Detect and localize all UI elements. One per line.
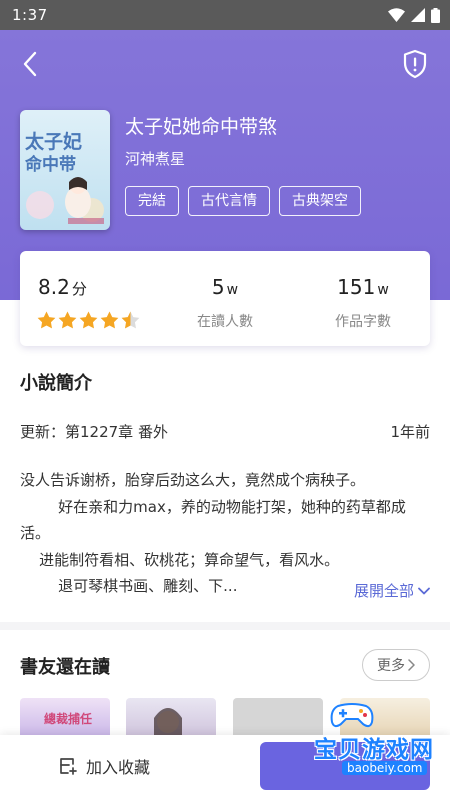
- section-divider: [0, 622, 450, 630]
- recommended-book-title: 總裁捕任: [44, 712, 93, 726]
- book-cover[interactable]: 太子妃 命中带: [20, 110, 110, 230]
- status-bar: 1:37: [0, 0, 450, 30]
- watermark-logo: 宝贝游戏网 baobeiy.com: [296, 700, 446, 782]
- svg-text:命中带: 命中带: [24, 154, 76, 175]
- readers-label: 在讀人數: [197, 314, 253, 330]
- report-button[interactable]: [400, 48, 430, 80]
- tag-subgenre[interactable]: 古典架空: [279, 186, 361, 216]
- status-time: 1:37: [12, 6, 48, 24]
- status-icons: [388, 7, 440, 23]
- more-label: 更多: [377, 658, 405, 674]
- cover-image: [154, 708, 182, 738]
- gamepad-icon: [330, 703, 374, 728]
- recommended-book-cover[interactable]: [126, 698, 216, 738]
- tag-list: 完結 古代言情 古典架空: [125, 186, 361, 216]
- tag-genre[interactable]: 古代言情: [188, 186, 270, 216]
- book-author[interactable]: 河神煮星: [125, 148, 185, 169]
- library-add-icon: [60, 758, 77, 775]
- svg-text:太子妃: 太子妃: [25, 130, 82, 153]
- rating-stars: [37, 311, 140, 329]
- words-unit: w: [377, 282, 389, 298]
- star-icon: [58, 311, 77, 329]
- tag-status[interactable]: 完結: [125, 186, 179, 216]
- watermark-text: 宝贝游戏网: [314, 737, 434, 763]
- expand-label: 展開全部: [353, 582, 414, 600]
- add-to-library-button[interactable]: 加入收藏: [58, 754, 150, 778]
- latest-update-row[interactable]: 更新：第1227章 番外 1年前: [20, 421, 430, 442]
- readers-value: 5: [211, 275, 225, 299]
- chevron-left-icon: [23, 51, 37, 77]
- wifi-icon: [388, 8, 405, 22]
- more-button[interactable]: 更多: [362, 649, 430, 681]
- signal-icon: [411, 8, 425, 22]
- star-icon: [79, 311, 98, 329]
- star-icon: [100, 311, 119, 329]
- star-icon: [37, 311, 56, 329]
- add-to-library-label: 加入收藏: [86, 758, 151, 777]
- friends-reading-title: 書友還在讀: [20, 657, 110, 678]
- update-time: 1年前: [390, 423, 430, 441]
- latest-chapter: 更新：第1227章 番外: [20, 423, 168, 441]
- chevron-down-icon: [418, 587, 430, 594]
- recommended-book-cover[interactable]: 總裁捕任: [20, 698, 110, 738]
- expand-all-button[interactable]: 展開全部: [345, 580, 430, 601]
- star-half-icon: [121, 311, 140, 329]
- readers-unit: w: [226, 282, 239, 298]
- stats-card: 8.2 分 5w 在讀人數 151 w 作品字數: [20, 251, 430, 346]
- back-button[interactable]: [14, 48, 46, 80]
- words-label: 作品字數: [335, 314, 391, 330]
- chevron-right-icon: [408, 659, 415, 671]
- intro-title: 小說簡介: [20, 373, 92, 394]
- cover-image: 太子妃 命中带: [20, 110, 110, 230]
- shield-alert-icon: [403, 49, 427, 79]
- words-value: 151: [337, 275, 376, 299]
- words-stat: 151 w 作品字數: [303, 275, 423, 331]
- watermark-url: baobeiy.com: [342, 761, 428, 775]
- rating-score: 8.2 分: [38, 275, 87, 299]
- battery-icon: [431, 7, 440, 23]
- readers-stat: 5w 在讀人數: [165, 275, 285, 331]
- book-title: 太子妃她命中带煞: [125, 116, 278, 138]
